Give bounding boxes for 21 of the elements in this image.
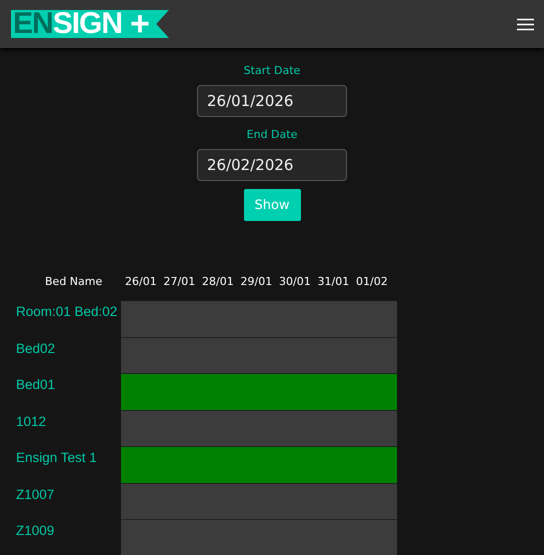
- bed-name[interactable]: Room:01 Bed:02: [0, 301, 121, 319]
- end-date-label: End Date: [246, 128, 298, 142]
- bed-name[interactable]: Z1009: [0, 520, 121, 538]
- date-header: 30/01: [278, 274, 312, 288]
- column-header: Bed Name: [44, 274, 104, 288]
- date-header: 01/02: [355, 274, 389, 288]
- date-header: 28/01: [201, 274, 235, 288]
- start-date-field[interactable]: 26/01/2026: [197, 85, 347, 117]
- date-header: 29/01: [240, 274, 274, 288]
- end-date-field[interactable]: 26/02/2026: [197, 149, 347, 181]
- date-header: 26/01: [124, 274, 158, 288]
- start-date-label: Start Date: [244, 64, 300, 78]
- logo: ENSIGN +: [11, 10, 169, 38]
- date-header: 27/01: [162, 274, 196, 288]
- bed-name[interactable]: Bed02: [0, 338, 121, 356]
- date-header: 31/01: [316, 274, 350, 288]
- bed-name[interactable]: Ensign Test 1: [0, 447, 121, 465]
- bed-name[interactable]: Z1007: [0, 484, 121, 502]
- bed-name[interactable]: Bed01: [0, 374, 121, 392]
- bed-name[interactable]: 1012: [0, 410, 121, 428]
- menu-icon[interactable]: [517, 18, 534, 30]
